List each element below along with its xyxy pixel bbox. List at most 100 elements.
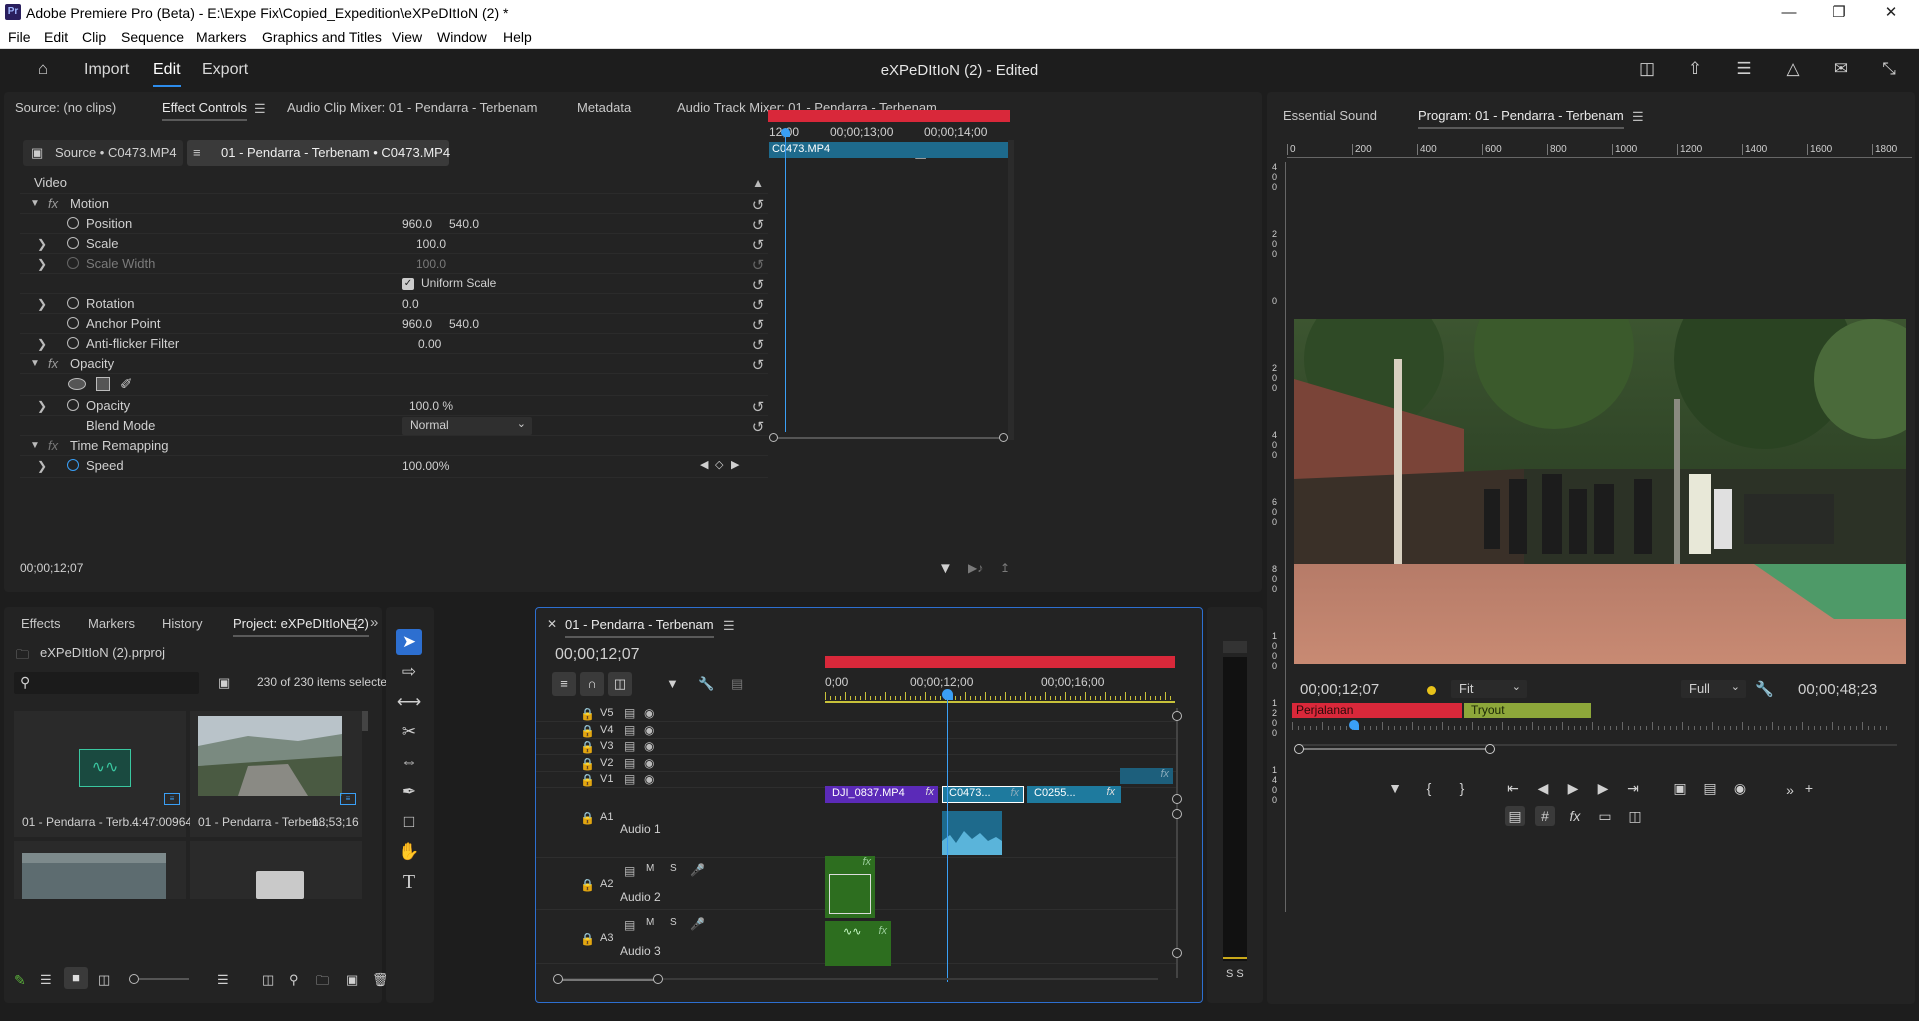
tab-audio-clip-mixer[interactable]: Audio Clip Mixer: 01 - Pendarra - Terben…: [287, 100, 538, 115]
icon-view-icon[interactable]: ■: [64, 967, 88, 989]
lock-icon[interactable]: 🔒: [580, 724, 595, 738]
motion-row[interactable]: ▼ fx Motion ↺: [20, 194, 768, 214]
more-tabs-icon[interactable]: »: [370, 614, 378, 631]
scroll-handle[interactable]: [1172, 711, 1182, 721]
eye-icon[interactable]: ◉: [644, 756, 654, 770]
safe-margins-icon[interactable]: #: [1535, 806, 1555, 826]
tab-essential-sound[interactable]: Essential Sound: [1283, 108, 1377, 123]
settings-wrench-icon[interactable]: 🔧: [1755, 680, 1774, 698]
pen-tool-icon[interactable]: ✒: [396, 779, 422, 805]
panel-menu-icon[interactable]: ☰: [254, 101, 266, 117]
close-tab-icon[interactable]: ✕: [547, 617, 557, 631]
timeline-timecode[interactable]: 00;00;12;07: [555, 646, 640, 664]
resolution-dropdown[interactable]: Full ⌄: [1681, 680, 1746, 698]
find-icon[interactable]: ⚲: [289, 972, 299, 988]
snap-icon[interactable]: ∩: [580, 672, 604, 696]
share-icon[interactable]: ⇧: [1684, 59, 1706, 81]
timeline-playhead-handle[interactable]: [942, 689, 953, 700]
anchor-y-value[interactable]: 540.0: [449, 317, 479, 331]
fullscreen-icon[interactable]: ⤡: [1878, 59, 1900, 81]
collapse-icon[interactable]: ▼: [30, 440, 40, 451]
microphone-icon[interactable]: 🎤: [690, 863, 705, 877]
expand-icon[interactable]: ❯: [37, 399, 47, 413]
expand-icon[interactable]: ❯: [37, 337, 47, 351]
project-item-video[interactable]: ≡ 01 - Pendarra - Terben... 18;53;16: [190, 711, 362, 837]
playhead[interactable]: [785, 132, 786, 432]
zoom-handle-right[interactable]: [1485, 744, 1495, 754]
scroll-handle[interactable]: [553, 974, 563, 984]
add-marker-icon[interactable]: ▼: [1385, 778, 1405, 798]
audio-clip-a3[interactable]: ∿∿ fx: [825, 921, 891, 966]
reset-icon[interactable]: ↺: [748, 418, 768, 436]
stopwatch-icon[interactable]: [67, 217, 79, 229]
multi-camera-icon[interactable]: ◫: [1625, 806, 1645, 826]
reset-icon[interactable]: ↺: [748, 196, 768, 214]
freeform-view-icon[interactable]: ◫: [98, 972, 110, 988]
sync-lock-icon[interactable]: ▤: [624, 723, 635, 737]
tab-effect-controls[interactable]: Effect Controls: [162, 100, 248, 121]
zoom-handle-left[interactable]: [769, 433, 778, 442]
lock-icon[interactable]: 🔒: [580, 757, 595, 771]
tab-source[interactable]: Source: (no clips): [15, 100, 116, 115]
antiflicker-value[interactable]: 0.00: [418, 337, 441, 351]
scale-value[interactable]: 100.0: [416, 237, 446, 251]
timeline-playhead[interactable]: [947, 692, 948, 982]
tab-effects[interactable]: Effects: [21, 616, 61, 631]
expand-icon[interactable]: ❯: [37, 297, 47, 311]
lock-icon[interactable]: 🔒: [580, 740, 595, 754]
ellipse-mask-icon[interactable]: [68, 378, 86, 390]
mini-clip[interactable]: C0473.MP4: [769, 142, 1010, 158]
prev-keyframe-icon[interactable]: ◀: [700, 458, 708, 471]
search-input[interactable]: ⚲: [14, 672, 199, 694]
workspaces-icon[interactable]: ☰: [1733, 59, 1755, 81]
clip-dji-0837[interactable]: DJI_0837.MP4 fx: [825, 786, 938, 803]
reset-icon[interactable]: ↺: [748, 216, 768, 234]
track-select-tool-icon[interactable]: ⇨: [396, 659, 422, 685]
timeline-ruler[interactable]: [825, 692, 1175, 700]
new-search-bin-icon[interactable]: ▣: [218, 675, 230, 691]
stopwatch-icon[interactable]: [67, 297, 79, 309]
scrollbar[interactable]: [1008, 140, 1014, 440]
marker-dot-icon[interactable]: [1427, 686, 1436, 695]
work-area-bar[interactable]: [768, 110, 1010, 122]
scrollbar[interactable]: [362, 711, 368, 731]
menu-clip[interactable]: Clip: [82, 29, 106, 45]
sync-lock-icon[interactable]: ▤: [624, 756, 635, 770]
reset-icon[interactable]: ↺: [748, 296, 768, 314]
fx-toggle-icon[interactable]: fx: [1565, 806, 1585, 826]
playhead-handle[interactable]: [781, 128, 790, 137]
rectangle-tool-icon[interactable]: □: [396, 809, 422, 835]
expand-icon[interactable]: ❯: [37, 237, 47, 251]
export-frame-icon[interactable]: ◉: [1730, 778, 1750, 798]
step-forward-icon[interactable]: ▶: [1593, 778, 1613, 798]
stopwatch-icon[interactable]: [67, 317, 79, 329]
timeline-title[interactable]: 01 - Pendarra - Terbenam: [565, 617, 714, 638]
blend-mode-dropdown[interactable]: Normal ⌄: [402, 417, 532, 435]
menu-markers[interactable]: Markers: [196, 29, 247, 45]
scroll-handle[interactable]: [1172, 794, 1182, 804]
reset-icon[interactable]: ↺: [748, 356, 768, 374]
program-time-ruler[interactable]: [1292, 722, 1892, 732]
new-item-icon[interactable]: ▣: [346, 972, 358, 988]
maximize-icon[interactable]: ❐: [1816, 0, 1862, 27]
automate-icon[interactable]: ◫: [262, 972, 274, 988]
minimize-icon[interactable]: —: [1766, 0, 1812, 27]
rectangle-mask-icon[interactable]: [96, 377, 110, 391]
sync-lock-icon[interactable]: ▤: [624, 706, 635, 720]
extract-icon[interactable]: ▤: [1700, 778, 1720, 798]
mark-out-icon[interactable]: }: [1452, 778, 1472, 798]
rotation-value[interactable]: 0.0: [402, 297, 419, 311]
scroll-up-icon[interactable]: ▲: [752, 176, 764, 190]
reset-icon[interactable]: ↺: [748, 276, 768, 294]
reset-icon[interactable]: ↺: [748, 316, 768, 334]
more-controls-icon[interactable]: »: [1780, 780, 1800, 800]
stopwatch-icon[interactable]: [67, 399, 79, 411]
mute-button[interactable]: M: [646, 917, 654, 928]
solo-button[interactable]: S: [670, 863, 677, 874]
tab-markers[interactable]: Markers: [88, 616, 135, 631]
source-clip-selector[interactable]: ▣ Source • C0473.MP4: [23, 140, 183, 166]
sort-icon[interactable]: ☰: [217, 972, 229, 988]
sync-lock-icon[interactable]: ▤: [624, 772, 635, 786]
uniform-scale-checkbox[interactable]: ✓: [402, 278, 414, 290]
panel-menu-icon[interactable]: ☰: [723, 618, 735, 634]
